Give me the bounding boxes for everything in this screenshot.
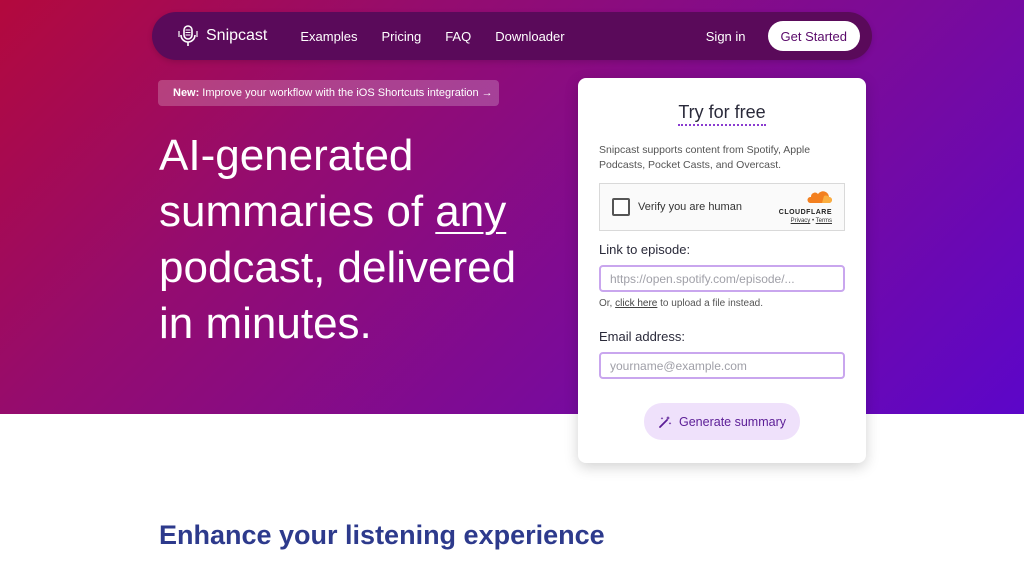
announcement-banner[interactable]: New: Improve your workflow with the iOS …: [158, 80, 499, 106]
signup-card: Try for free Snipcast supports content f…: [578, 78, 866, 463]
episode-link-input[interactable]: [599, 265, 845, 292]
headline-emphasis: any: [435, 187, 507, 236]
magic-wand-icon: [659, 415, 672, 428]
announcement-text: Improve your workflow with the iOS Short…: [202, 87, 493, 99]
sign-in-link[interactable]: Sign in: [706, 29, 746, 44]
cloudflare-privacy-link[interactable]: Privacy: [791, 218, 811, 224]
email-input[interactable]: [599, 352, 845, 379]
nav-link-faq[interactable]: FAQ: [445, 29, 471, 44]
brand-name: Snipcast: [206, 27, 268, 44]
headline-line-3: podcast, delivered: [159, 243, 517, 292]
brand-logo[interactable]: Snipcast: [176, 24, 267, 48]
features-section-title: Enhance your listening experience: [159, 520, 605, 550]
hero-headline: AI-generated summaries of any podcast, d…: [159, 128, 559, 352]
top-navbar: Snipcast Examples Pricing FAQ Downloader…: [152, 12, 872, 60]
captcha-widget: Verify you are human CLOUDFLARE Privacy …: [599, 183, 845, 231]
announcement-prefix: New:: [173, 87, 200, 99]
upload-helper-text: Or, click here to upload a file instead.: [599, 298, 764, 309]
microphone-logo-icon: [178, 25, 198, 46]
cloudflare-link-separator: •: [811, 218, 815, 224]
headline-line-1: AI-generated: [159, 131, 414, 180]
captcha-checkbox[interactable]: [612, 198, 630, 216]
email-label: Email address:: [599, 329, 685, 344]
headline-line-2: summaries of: [159, 187, 436, 236]
nav-link-pricing[interactable]: Pricing: [381, 29, 421, 44]
cloudflare-terms-link[interactable]: Terms: [816, 218, 832, 224]
nav-link-examples[interactable]: Examples: [300, 29, 357, 44]
nav-link-downloader[interactable]: Downloader: [495, 29, 564, 44]
cloudflare-cloud-icon: [807, 191, 832, 203]
generate-summary-button[interactable]: Generate summary: [644, 403, 800, 440]
supported-platforms-text: Snipcast supports content from Spotify, …: [599, 144, 811, 171]
upload-file-link[interactable]: click here: [615, 298, 657, 309]
captcha-label: Verify you are human: [638, 201, 742, 213]
nav-actions: Sign in Get Started: [706, 21, 860, 51]
cloudflare-wordmark: CLOUDFLARE: [778, 209, 832, 216]
headline-line-4: in minutes.: [159, 299, 372, 348]
episode-link-label: Link to episode:: [599, 242, 691, 257]
card-title: Try for free: [578, 102, 866, 126]
generate-summary-label: Generate summary: [679, 414, 786, 429]
cloudflare-badge: CLOUDFLARE Privacy • Terms: [779, 190, 832, 224]
get-started-button[interactable]: Get Started: [767, 21, 860, 51]
nav-links: Examples Pricing FAQ Downloader: [300, 29, 588, 44]
cloudflare-links: Privacy • Terms: [779, 218, 832, 224]
